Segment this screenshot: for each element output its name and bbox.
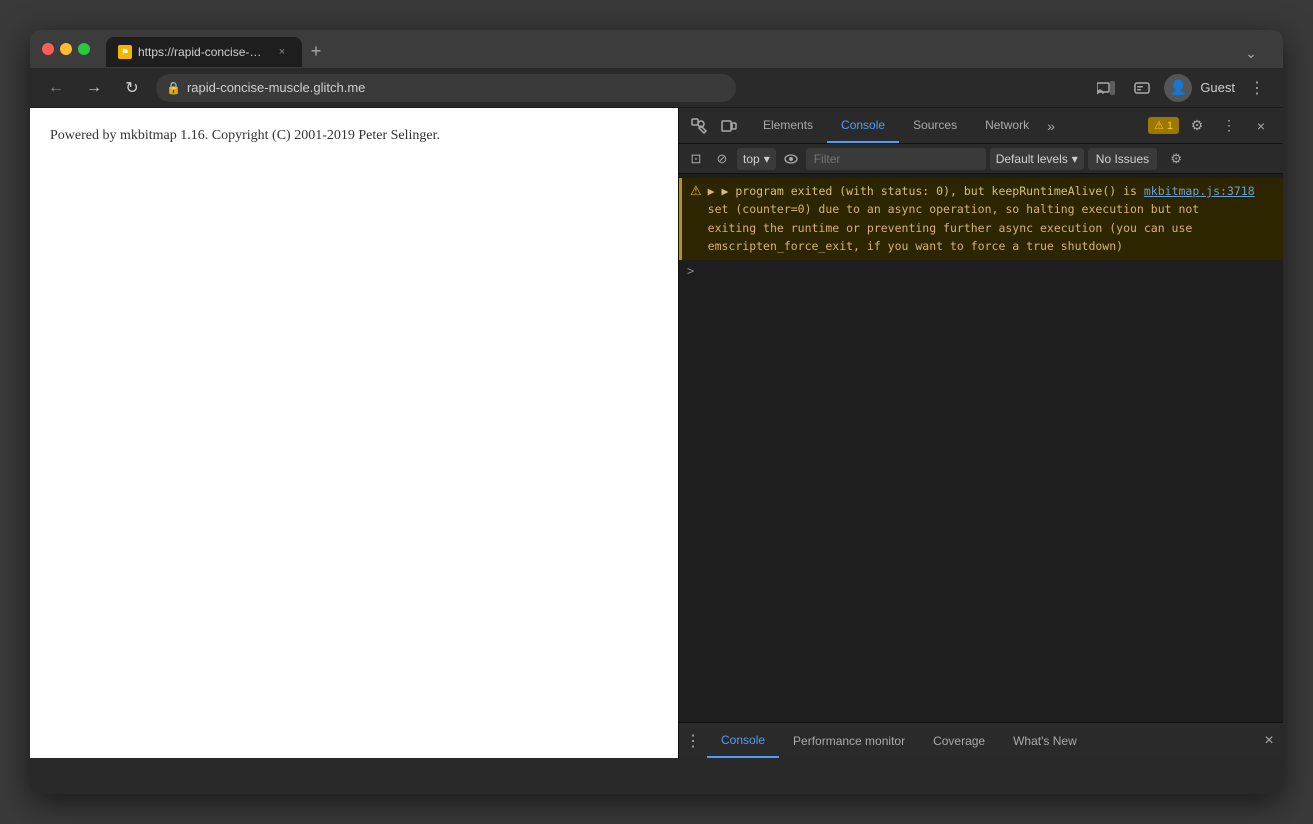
url-text: rapid-concise-muscle.glitch.me (187, 80, 365, 95)
address-bar: ← → ↻ 🔒 rapid-concise-muscle.glitch.me (30, 68, 1283, 108)
devtools-settings-button[interactable]: ⚙ (1183, 112, 1211, 140)
console-filter-icon[interactable]: ⊘ (711, 148, 733, 170)
bottom-tab-console[interactable]: Console (707, 723, 779, 758)
console-content: ⚠ ▶ ▶ program exited (with status: 0), b… (679, 174, 1283, 722)
console-warning-text-part2: set (counter=0) due to an async operatio… (708, 202, 1200, 216)
back-button[interactable]: ← (42, 74, 70, 102)
warning-triangle-icon: ⚠ (690, 183, 702, 199)
console-warning-message: ▶ ▶ program exited (with status: 0), but… (708, 182, 1255, 256)
tab-elements[interactable]: Elements (749, 108, 827, 143)
devtools-close-button[interactable]: × (1247, 112, 1275, 140)
tab-title: https://rapid-concise-muscle.g… (138, 45, 268, 59)
new-tab-button[interactable]: + (302, 37, 330, 65)
bottom-tab-coverage[interactable]: Coverage (919, 723, 999, 758)
no-issues-label: No Issues (1096, 152, 1149, 166)
minimize-traffic-light[interactable] (60, 43, 72, 55)
warning-badge[interactable]: ⚠ 1 (1148, 117, 1179, 134)
element-picker-icon[interactable] (685, 112, 713, 140)
secondary-settings-icon[interactable]: ⚙ (1165, 148, 1187, 170)
devtools-panel: Elements Console Sources Network » (678, 108, 1283, 758)
refresh-button[interactable]: ↻ (118, 74, 146, 102)
context-label: top (743, 152, 760, 166)
bottom-tab-whats-new[interactable]: What's New (999, 723, 1091, 758)
filter-input[interactable] (806, 148, 986, 170)
tab-strip-expand-button[interactable]: ⌄ (1239, 41, 1263, 65)
browser-tab[interactable]: ⚑ https://rapid-concise-muscle.g… × (106, 37, 302, 67)
webpage-content: Powered by mkbitmap 1.16. Copyright (C) … (50, 128, 658, 144)
tab-network[interactable]: Network (971, 108, 1043, 143)
console-prompt-row: > (679, 260, 1283, 282)
devtools-secondary-toolbar: ⊡ ⊘ top ▾ Default levels ▾ (679, 144, 1283, 174)
url-bar[interactable]: 🔒 rapid-concise-muscle.glitch.me (156, 74, 736, 102)
levels-label: Default levels (996, 152, 1068, 166)
console-warning-expand[interactable]: ▶ (708, 184, 722, 198)
devtools-bottom-bar: ⋮ Console Performance monitor Coverage W… (679, 722, 1283, 758)
bottom-bar-close-button[interactable]: × (1255, 723, 1283, 759)
levels-dropdown[interactable]: Default levels ▾ (990, 148, 1084, 170)
tab-sources[interactable]: Sources (899, 108, 971, 143)
main-area: Powered by mkbitmap 1.16. Copyright (C) … (30, 108, 1283, 758)
tab-close-button[interactable]: × (274, 44, 290, 60)
address-right-area: 👤 Guest ⋮ (1092, 74, 1271, 102)
title-bar: ⚑ https://rapid-concise-muscle.g… × + ⌄ (30, 30, 1283, 68)
bottom-tab-performance-monitor[interactable]: Performance monitor (779, 723, 919, 758)
no-issues-button[interactable]: No Issues (1088, 148, 1157, 170)
tab-console[interactable]: Console (827, 108, 899, 143)
user-label: Guest (1200, 80, 1235, 95)
console-prompt-symbol: > (687, 264, 694, 278)
warning-count: 1 (1167, 120, 1173, 132)
forward-button[interactable]: → (80, 74, 108, 102)
maximize-traffic-light[interactable] (78, 43, 90, 55)
tab-favicon: ⚑ (118, 45, 132, 59)
console-warning-text-part4: emscripten_force_exit, if you want to fo… (708, 239, 1123, 253)
eye-icon[interactable] (780, 148, 802, 170)
devtools-toolbar-right: ⚠ 1 ⚙ ⋮ × (1140, 112, 1283, 140)
tab-bar: ⚑ https://rapid-concise-muscle.g… × + ⌄ (98, 31, 1271, 67)
console-clear-icon[interactable]: ⊡ (685, 148, 707, 170)
console-warning-link[interactable]: mkbitmap.js:3718 (1144, 184, 1255, 198)
console-warning-text-part3: exiting the runtime or preventing furthe… (708, 221, 1193, 235)
device-toggle-icon[interactable] (715, 112, 743, 140)
bottom-drawer-dots[interactable]: ⋮ (679, 723, 707, 759)
tab-search-icon[interactable] (1128, 74, 1156, 102)
context-dropdown[interactable]: top ▾ (737, 148, 776, 170)
user-icon: 👤 (1170, 79, 1187, 96)
devtools-more-button[interactable]: ⋮ (1215, 112, 1243, 140)
context-arrow-icon: ▾ (764, 152, 770, 166)
console-warning-text-part1: ▶ program exited (with status: 0), but k… (722, 184, 1137, 198)
warning-icon: ⚠ (1154, 119, 1164, 132)
devtools-tabs: Elements Console Sources Network » (749, 108, 1059, 143)
devtools-toolbar: Elements Console Sources Network » (679, 108, 1283, 144)
webpage: Powered by mkbitmap 1.16. Copyright (C) … (30, 108, 678, 758)
browser-window: ⚑ https://rapid-concise-muscle.g… × + ⌄ … (30, 30, 1283, 794)
user-avatar[interactable]: 👤 (1164, 74, 1192, 102)
devtools-tools-left (679, 112, 749, 140)
levels-arrow-icon: ▾ (1072, 152, 1078, 166)
tab-end-area: ⌄ (1239, 41, 1271, 65)
console-warning-row: ⚠ ▶ ▶ program exited (with status: 0), b… (679, 178, 1283, 260)
more-tabs-button[interactable]: » (1043, 118, 1059, 134)
close-traffic-light[interactable] (42, 43, 54, 55)
traffic-lights (42, 43, 90, 55)
bottom-tabs: Console Performance monitor Coverage Wha… (707, 723, 1091, 758)
cast-icon[interactable] (1092, 74, 1120, 102)
lock-icon: 🔒 (166, 81, 181, 95)
more-options-button[interactable]: ⋮ (1243, 74, 1271, 102)
